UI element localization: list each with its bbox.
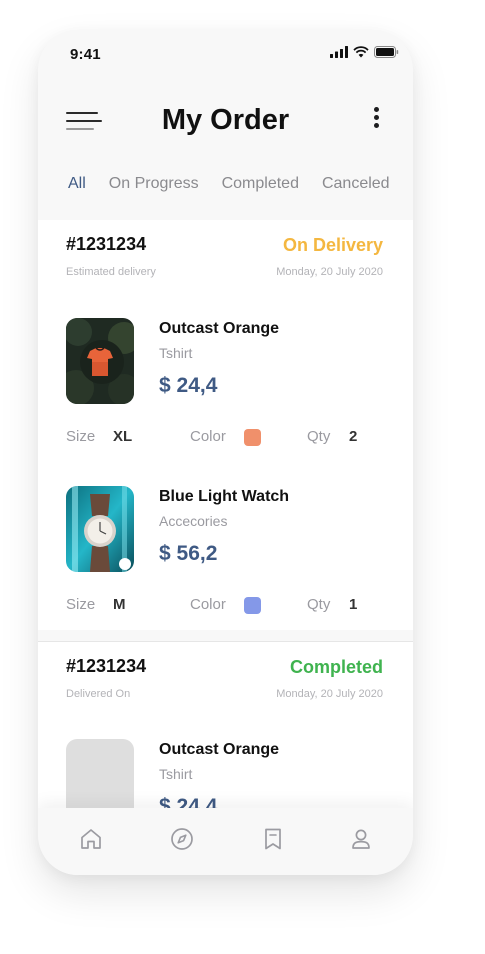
header: My Order [38, 90, 413, 150]
wifi-icon [353, 46, 369, 58]
product-price: $ 56,2 [159, 542, 218, 565]
order-header: #1231234 Completed Delivered On Monday, … [66, 656, 383, 700]
product-category: Tshirt [159, 345, 193, 361]
tab-canceled[interactable]: Canceled [322, 175, 390, 193]
tab-on-progress[interactable]: On Progress [109, 175, 199, 193]
bottom-nav [38, 808, 413, 875]
color-swatch [244, 429, 261, 446]
color-swatch [244, 597, 261, 614]
product-name: Blue Light Watch [159, 488, 290, 505]
size-value: M [113, 596, 126, 613]
product-name: Outcast Orange [159, 741, 280, 758]
signal-icon [330, 46, 348, 58]
order-header: #1231234 On Delivery Estimated delivery … [66, 234, 383, 278]
color-label: Color [190, 596, 226, 613]
size-label: Size [66, 596, 96, 613]
order-date: Monday, 20 July 2020 [276, 266, 383, 278]
order-date-label: Estimated delivery [66, 266, 156, 278]
product-category: Tshirt [159, 766, 193, 782]
qty-label: Qty [307, 596, 331, 613]
page-title: My Order [161, 104, 290, 136]
size-value: XL [113, 428, 133, 445]
product-attributes: Size XL Color Qty 2 [66, 428, 366, 448]
product-attributes: Size M Color Qty 1 [66, 596, 366, 616]
order-card[interactable]: #1231234 On Delivery Estimated delivery … [38, 220, 413, 630]
order-date: Monday, 20 July 2020 [276, 688, 383, 700]
status-bar: 9:41 [38, 30, 413, 76]
color-label: Color [190, 428, 226, 445]
tab-all[interactable]: All [68, 175, 86, 193]
order-status: On Delivery [282, 235, 383, 255]
filter-tabs: All On Progress Completed Canceled [68, 175, 390, 193]
home-icon[interactable] [78, 826, 104, 852]
order-date-label: Delivered On [66, 688, 131, 700]
phone-frame: 9:41 My Order All On Progress Completed … [38, 30, 413, 875]
more-options-button[interactable] [373, 106, 381, 134]
status-icons [330, 46, 399, 58]
qty-label: Qty [307, 428, 331, 445]
order-card[interactable]: #1231234 Completed Delivered On Monday, … [38, 641, 413, 810]
order-list: #1231234 On Delivery Estimated delivery … [38, 220, 413, 810]
order-status: Completed [289, 657, 383, 677]
product-name: Outcast Orange [159, 320, 280, 337]
product-image-placeholder [66, 739, 134, 810]
battery-icon [374, 46, 399, 58]
bookmark-icon[interactable] [260, 826, 286, 852]
profile-icon[interactable] [348, 826, 374, 852]
product-image-watch [66, 486, 134, 572]
compass-icon[interactable] [169, 826, 195, 852]
product-price: $ 24,4 [159, 374, 218, 397]
size-label: Size [66, 428, 96, 445]
qty-value: 1 [349, 596, 358, 613]
status-time: 9:41 [70, 46, 101, 63]
product-image-orange-tshirt [66, 318, 134, 404]
qty-value: 2 [349, 428, 358, 445]
product-category: Accecories [159, 513, 228, 529]
tab-completed[interactable]: Completed [222, 175, 299, 193]
